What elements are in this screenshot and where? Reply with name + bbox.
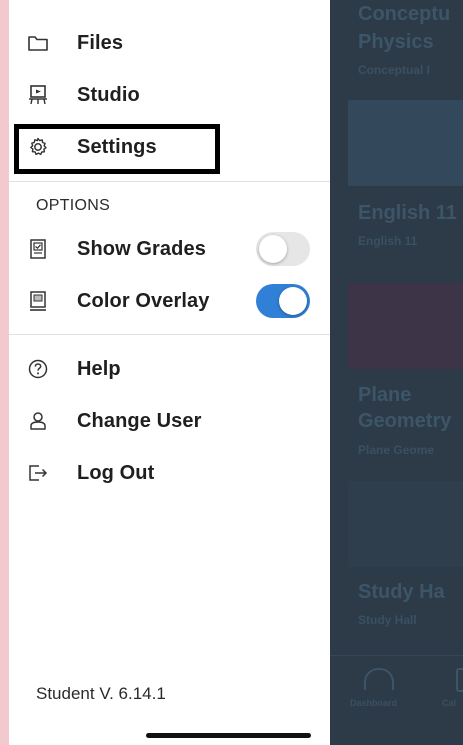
course-title: Physics (358, 31, 434, 53)
course-subtitle: Conceptual I (358, 63, 431, 77)
course-title: Geometry (358, 410, 452, 432)
toggle-knob (259, 235, 287, 263)
studio-icon (27, 84, 49, 106)
menu-item-label: Change User (77, 409, 202, 432)
folder-icon (27, 32, 49, 54)
menu-item-log-out[interactable]: Log Out (9, 452, 330, 494)
option-label: Color Overlay (77, 289, 210, 312)
course-subtitle: Plane Geome (358, 443, 435, 457)
option-label: Show Grades (77, 237, 206, 260)
home-indicator[interactable] (146, 733, 311, 738)
show-grades-toggle[interactable] (256, 232, 310, 266)
dashboard-icon[interactable] (364, 668, 394, 690)
menu-item-label: Files (77, 31, 124, 54)
menu-item-label: Studio (77, 83, 140, 106)
navigation-drawer: Files Studio Settings OPTIONS Show Grade… (9, 0, 330, 745)
course-title: Plane (358, 384, 412, 406)
tab-dashboard[interactable]: Dashboard (350, 698, 397, 708)
course-image (348, 283, 463, 369)
divider (9, 181, 330, 182)
color-overlay-icon (27, 290, 49, 312)
tab-bar: Dashboard Cal (330, 655, 463, 745)
menu-item-label: Help (77, 357, 121, 380)
menu-item-studio[interactable]: Studio (9, 74, 330, 116)
course-subtitle: Study Hall (358, 613, 417, 627)
menu-item-label: Log Out (77, 461, 155, 484)
divider (9, 334, 330, 335)
calendar-icon[interactable] (456, 668, 463, 692)
toggle-knob (279, 287, 307, 315)
options-header: OPTIONS (36, 197, 111, 214)
tab-calendar[interactable]: Cal (442, 698, 456, 708)
course-title: Conceptu (358, 3, 451, 25)
menu-item-change-user[interactable]: Change User (9, 400, 330, 442)
course-subtitle: English 11 (358, 234, 418, 248)
app-version: Student V. 6.14.1 (36, 684, 166, 703)
course-image (348, 481, 463, 567)
user-icon (27, 410, 49, 432)
course-title: English 11 (358, 202, 457, 224)
course-title: Study Ha (358, 581, 445, 603)
settings-highlight-box (14, 124, 220, 174)
logout-icon (27, 462, 49, 484)
menu-item-help[interactable]: Help (9, 348, 330, 390)
course-image (348, 100, 463, 186)
grades-icon (27, 238, 49, 260)
menu-item-files[interactable]: Files (9, 22, 330, 64)
dimmed-course-list[interactable]: Conceptu Physics Conceptual I English 11… (330, 0, 463, 745)
help-icon (27, 358, 49, 380)
color-overlay-toggle[interactable] (256, 284, 310, 318)
